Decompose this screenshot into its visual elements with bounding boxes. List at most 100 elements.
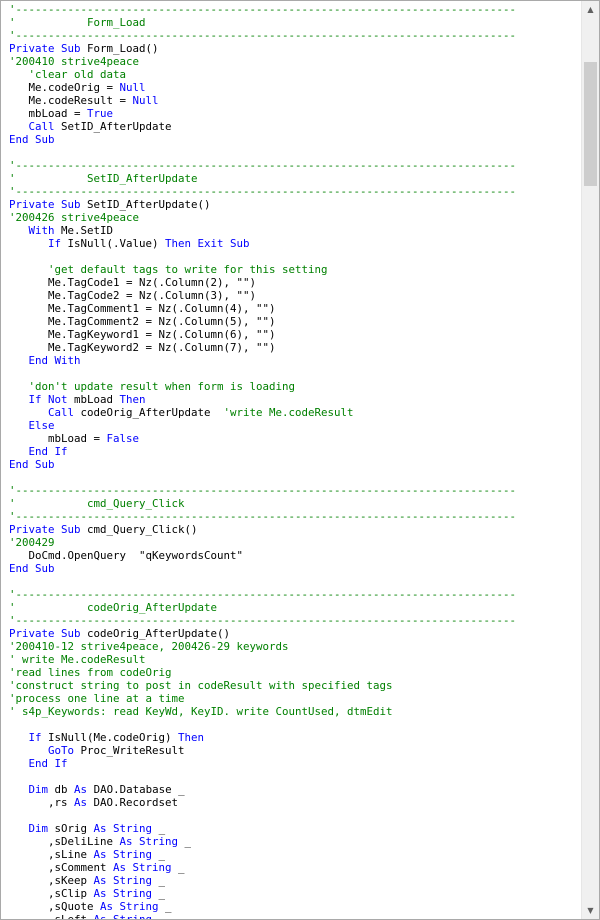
- code-token: SetID_AfterUpdate(): [87, 198, 211, 211]
- code-line: '---------------------------------------…: [9, 29, 584, 42]
- keyword-token: Else: [28, 419, 55, 432]
- scroll-down-arrow-icon[interactable]: ▼: [582, 902, 599, 919]
- code-line: '---------------------------------------…: [9, 185, 584, 198]
- code-token: Me.TagCode2 = Nz(.Column(3), ""): [9, 289, 257, 302]
- code-token: Me.TagKeyword2 = Nz(.Column(7), ""): [9, 341, 276, 354]
- code-token: sOrig: [54, 822, 94, 835]
- code-token: ,sLeft: [9, 913, 94, 919]
- code-line: Private Sub SetID_AfterUpdate(): [9, 198, 584, 211]
- keyword-token: Then: [119, 393, 146, 406]
- keyword-token: Private Sub: [9, 523, 88, 536]
- keyword-token: Call: [28, 120, 62, 133]
- code-line: ' write Me.codeResult: [9, 653, 584, 666]
- keyword-token: End Sub: [9, 562, 55, 575]
- comment-token: '---------------------------------------…: [9, 510, 517, 523]
- comment-token: 'process one line at a time: [9, 692, 185, 705]
- keyword-token: As String: [93, 874, 159, 887]
- keyword-token: Dim: [28, 822, 55, 835]
- code-line: End Sub: [9, 562, 584, 575]
- code-line: ,rs As DAO.Recordset: [9, 796, 584, 809]
- comment-token: ' write Me.codeResult: [9, 653, 146, 666]
- code-token: _: [158, 874, 166, 887]
- code-line: GoTo Proc_WriteResult: [9, 744, 584, 757]
- code-token: mbLoad =: [9, 432, 107, 445]
- comment-token: ' cmd_Query_Click: [9, 497, 185, 510]
- code-line: Private Sub codeOrig_AfterUpdate(): [9, 627, 584, 640]
- comment-token: ' codeOrig_AfterUpdate: [9, 601, 218, 614]
- keyword-token: True: [87, 107, 114, 120]
- comment-token: '200410 strive4peace: [9, 55, 140, 68]
- keyword-token: Private Sub: [9, 42, 88, 55]
- code-line: Me.TagKeyword2 = Nz(.Column(7), ""): [9, 341, 584, 354]
- code-line: End Sub: [9, 133, 584, 146]
- keyword-token: Private Sub: [9, 198, 88, 211]
- code-token: _: [184, 835, 192, 848]
- code-line: '200410-12 strive4peace, 200426-29 keywo…: [9, 640, 584, 653]
- code-line: End With: [9, 354, 584, 367]
- comment-token: 'don't update result when form is loadin…: [28, 380, 296, 393]
- code-token: _: [158, 848, 166, 861]
- code-token: Proc_WriteResult: [80, 744, 185, 757]
- keyword-token: As String: [113, 861, 179, 874]
- comment-token: '---------------------------------------…: [9, 484, 517, 497]
- code-token: mbLoad =: [9, 107, 88, 120]
- comment-token: '200426 strive4peace: [9, 211, 140, 224]
- code-line: mbLoad = True: [9, 107, 584, 120]
- code-line: If IsNull(.Value) Then Exit Sub: [9, 237, 584, 250]
- keyword-token: As String: [94, 913, 159, 919]
- code-line: ' s4p_Keywords: read KeyWd, KeyID. write…: [9, 705, 584, 718]
- code-line: DoCmd.OpenQuery "qKeywordsCount": [9, 549, 584, 562]
- keyword-token: End If: [28, 757, 68, 770]
- code-line: If IsNull(Me.codeOrig) Then: [9, 731, 584, 744]
- code-token: cmd_Query_Click(): [87, 523, 198, 536]
- keyword-token: As String: [100, 900, 166, 913]
- keyword-token: As String: [119, 835, 185, 848]
- code-token: mbLoad: [74, 393, 120, 406]
- code-token: Me.codeOrig =: [9, 81, 120, 94]
- comment-token: '---------------------------------------…: [9, 185, 517, 198]
- code-token: Me.SetID: [61, 224, 114, 237]
- code-line: With Me.SetID: [9, 224, 584, 237]
- comment-token: '---------------------------------------…: [9, 588, 517, 601]
- keyword-token: As String: [93, 822, 159, 835]
- code-line: Private Sub Form_Load(): [9, 42, 584, 55]
- code-line: Call codeOrig_AfterUpdate 'write Me.code…: [9, 406, 584, 419]
- comment-token: 'clear old data: [28, 68, 127, 81]
- comment-token: '---------------------------------------…: [9, 159, 517, 172]
- code-token: Me.codeResult =: [9, 94, 133, 107]
- code-line: 'get default tags to write for this sett…: [9, 263, 584, 276]
- keyword-token: If: [48, 237, 68, 250]
- code-line: End Sub: [9, 458, 584, 471]
- code-token: Me.TagComment2 = Nz(.Column(5), ""): [9, 315, 276, 328]
- vertical-scrollbar[interactable]: ▲ ▼: [581, 1, 599, 919]
- code-line: '---------------------------------------…: [9, 3, 584, 16]
- keyword-token: As: [74, 796, 94, 809]
- code-token: IsNull(Me.codeOrig): [48, 731, 179, 744]
- code-pane[interactable]: '---------------------------------------…: [9, 3, 584, 919]
- code-token: DoCmd.OpenQuery "qKeywordsCount": [9, 549, 244, 562]
- code-token: Form_Load(): [87, 42, 159, 55]
- scrollbar-thumb[interactable]: [584, 62, 597, 186]
- code-line: ,sLine As String _: [9, 848, 584, 861]
- keyword-token: End Sub: [9, 133, 55, 146]
- comment-token: ' s4p_Keywords: read KeyWd, KeyID. write…: [9, 705, 393, 718]
- keyword-token: Null: [132, 94, 159, 107]
- code-token: ,rs: [9, 796, 75, 809]
- scroll-up-arrow-icon[interactable]: ▲: [582, 1, 599, 18]
